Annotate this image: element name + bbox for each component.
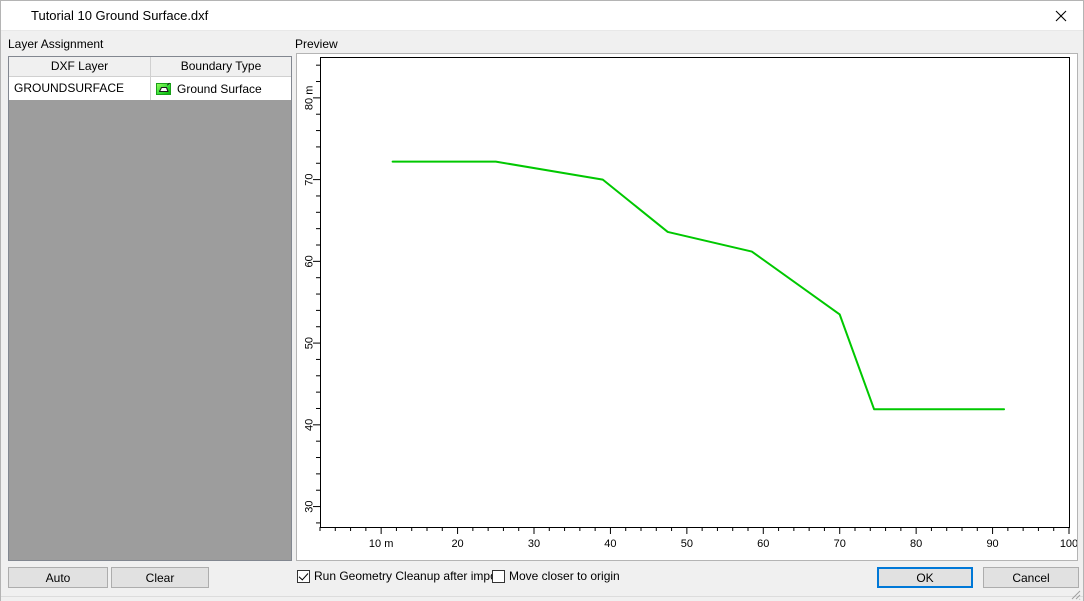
table-header: DXF Layer Boundary Type <box>9 57 291 77</box>
y-tick-label: 40 <box>304 419 316 431</box>
x-tick-label: 80 <box>910 538 922 550</box>
run-geometry-cleanup-box[interactable] <box>297 569 310 583</box>
dxf-import-dialog: Tutorial 10 Ground Surface.dxf Layer Ass… <box>0 0 1084 601</box>
title-bar: Tutorial 10 Ground Surface.dxf <box>1 1 1083 31</box>
x-tick-label: 60 <box>757 538 769 550</box>
y-tick-label: 50 <box>304 337 316 349</box>
layer-assignment-label: Layer Assignment <box>8 37 104 51</box>
x-tick-label: 50 <box>681 538 693 550</box>
auto-button[interactable]: Auto <box>8 567 108 588</box>
run-geometry-cleanup-checkbox[interactable]: Run Geometry Cleanup after import <box>297 569 504 583</box>
clear-button[interactable]: Clear <box>111 567 209 588</box>
preview-label: Preview <box>295 37 338 51</box>
window-title: Tutorial 10 Ground Surface.dxf <box>31 8 209 23</box>
run-geometry-cleanup-label: Run Geometry Cleanup after import <box>314 569 505 583</box>
status-strip <box>1 590 1083 601</box>
ground-surface-icon <box>156 82 171 95</box>
close-button[interactable] <box>1038 1 1083 30</box>
x-tick-label: 90 <box>986 538 998 550</box>
boundary-type-label: Ground Surface <box>177 81 262 96</box>
x-tick-label: 10 m <box>369 538 393 550</box>
cancel-button[interactable]: Cancel <box>983 567 1079 588</box>
layer-assignment-panel: DXF Layer Boundary Type GROUNDSURFACE Gr… <box>8 56 292 561</box>
column-header-dxf-layer[interactable]: DXF Layer <box>9 57 151 77</box>
x-tick-label: 30 <box>528 538 540 550</box>
x-tick-label: 100 <box>1060 538 1077 550</box>
plot-axes: 10 m 20 30 40 50 60 70 80 90 100 80 m 70 60 50 40 30 <box>304 57 1077 550</box>
move-closer-to-origin-label: Move closer to origin <box>509 569 620 583</box>
y-tick-label: 30 <box>304 500 316 512</box>
x-tick-label: 40 <box>604 538 616 550</box>
cell-dxf-layer: GROUNDSURFACE <box>9 77 151 100</box>
preview-panel: 10 m 20 30 40 50 60 70 80 90 100 80 m 70 60 50 40 30 <box>296 53 1078 561</box>
cell-boundary-type[interactable]: Ground Surface <box>151 77 291 100</box>
table-row[interactable]: GROUNDSURFACE Ground Surface <box>9 77 291 100</box>
ground-surface-preview-plot[interactable]: 10 m 20 30 40 50 60 70 80 90 100 80 m 70 60 50 40 30 <box>297 54 1077 560</box>
move-closer-to-origin-box[interactable] <box>492 569 505 583</box>
x-tick-label: 70 <box>834 538 846 550</box>
y-tick-label: 80 m <box>304 86 316 110</box>
plot-frame <box>320 57 1070 528</box>
y-tick-label: 70 <box>304 173 316 185</box>
x-tick-label: 20 <box>451 538 463 550</box>
ok-button[interactable]: OK <box>877 567 973 588</box>
column-header-boundary-type[interactable]: Boundary Type <box>151 57 291 77</box>
resize-grip-icon[interactable] <box>1069 588 1081 600</box>
move-closer-to-origin-checkbox[interactable]: Move closer to origin <box>492 569 620 583</box>
close-icon <box>1055 10 1066 21</box>
y-tick-label: 60 <box>304 255 316 267</box>
